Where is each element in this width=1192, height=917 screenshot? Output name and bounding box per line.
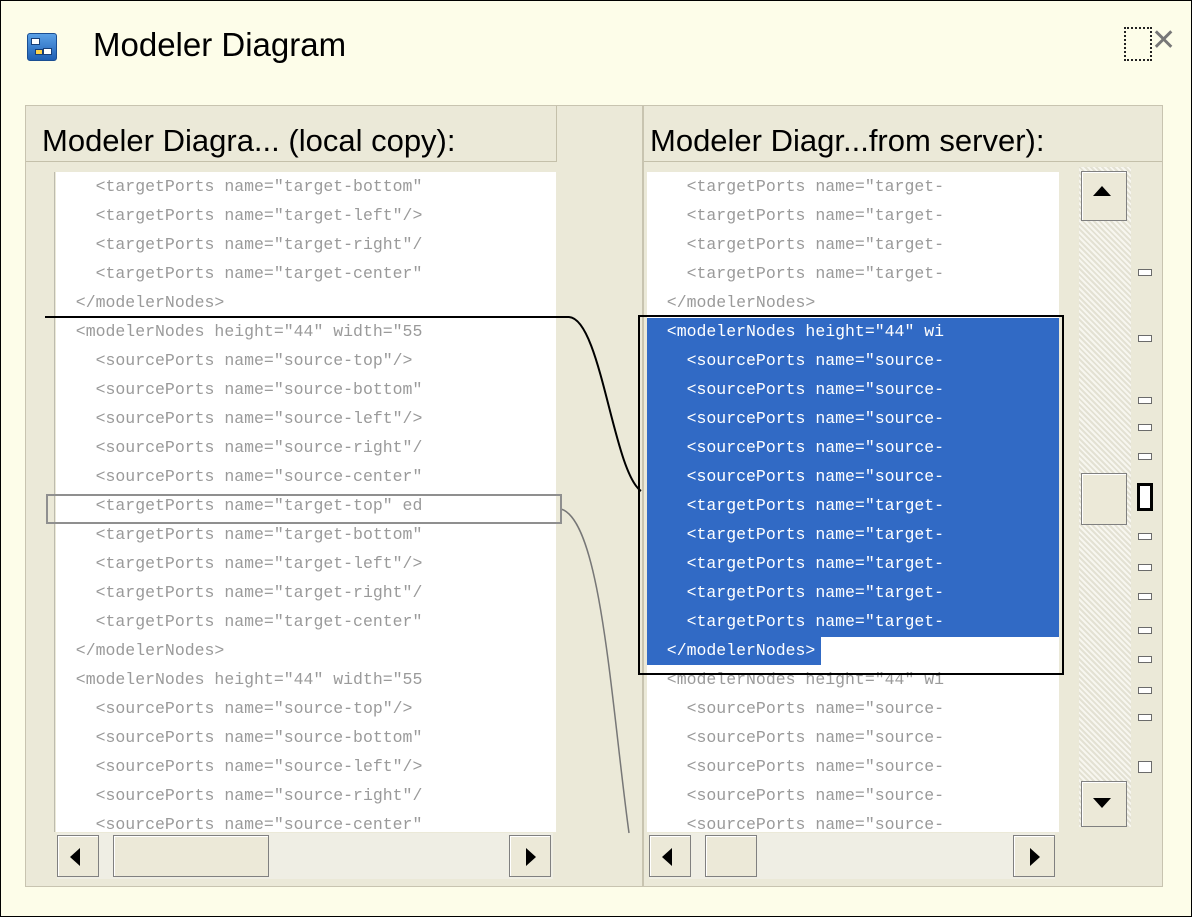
diff-overview-marker[interactable] [1138,564,1152,571]
code-line: <sourcePorts name="source-left"/> [56,409,423,428]
diff-overview-marker[interactable] [1138,397,1152,404]
diff-overview-marker[interactable] [1138,269,1152,276]
left-panel-title: Modeler Diagra... (local copy): [42,123,456,158]
diff-overview-marker[interactable] [1138,687,1152,694]
diff-overview-marker[interactable] [1138,761,1152,773]
right-scroll-right-button[interactable] [1013,835,1055,877]
diff-overview-marker[interactable] [1138,424,1152,431]
diff-overview-marker[interactable] [1138,656,1152,663]
left-scroll-right-button[interactable] [509,835,551,877]
right-panel-header: Modeler Diagr...from server): [644,106,1162,162]
compare-window: Modeler Diagram ✕ Modeler Diagra... (loc… [0,0,1192,917]
scroll-up-button[interactable] [1081,171,1127,221]
code-line: <targetPorts name="target-right"/ [56,235,423,254]
right-panel-title: Modeler Diagr...from server): [650,123,1045,158]
arrow-right-icon [526,848,536,866]
code-line: <modelerNodes height="44" width="55 [56,670,423,689]
left-code-viewer[interactable]: <targetPorts name="target-bottom" <targe… [56,172,556,832]
left-compare-panel: Modeler Diagra... (local copy): <targetP… [25,105,643,887]
arrow-right-icon [1030,848,1040,866]
code-line: <sourcePorts name="source- [647,786,945,805]
arrow-up-icon [1093,186,1111,196]
code-line: <sourcePorts name="source-right"/ [56,786,423,805]
current-diff-marker[interactable] [1137,483,1153,511]
code-line: <targetPorts name="target-bottom" [56,525,423,544]
code-line: <targetPorts name="target- [647,206,945,225]
code-line: <sourcePorts name="source-bottom" [56,728,423,747]
diagram-app-icon [27,33,57,61]
left-scroll-left-button[interactable] [57,835,99,877]
code-line: <targetPorts name="target-bottom" [56,177,423,196]
code-line: </modelerNodes> [647,293,816,312]
code-line: <targetPorts name="target-left"/> [56,206,423,225]
window-title: Modeler Diagram [93,26,347,63]
diff-selection-frame [638,315,1064,675]
code-line: <targetPorts name="target-left"/> [56,554,423,573]
code-line: <targetPorts name="target-top" ed [56,496,423,515]
code-line: <modelerNodes height="44" width="55 [56,322,423,341]
left-horizontal-scroll-thumb[interactable] [113,835,269,877]
code-line: <targetPorts name="target-right"/ [56,583,423,602]
code-line: <targetPorts name="target- [647,264,945,283]
arrow-down-icon [1093,798,1111,808]
diff-overview-marker[interactable] [1138,627,1152,634]
diff-overview-marker[interactable] [1138,593,1152,600]
code-line: </modelerNodes> [56,641,225,660]
right-vertical-scroll-thumb[interactable] [1081,473,1127,525]
title-bar: Modeler Diagram ✕ [1,1,1191,91]
diff-overview-marker[interactable] [1138,335,1152,342]
right-horizontal-scroll-thumb[interactable] [705,835,757,877]
maximize-icon[interactable] [1124,27,1152,61]
close-icon[interactable]: ✕ [1151,21,1176,61]
code-line: <sourcePorts name="source-right"/ [56,438,423,457]
code-line: <targetPorts name="target-center" [56,612,423,631]
diff-overview-marker[interactable] [1138,714,1152,721]
code-line: <sourcePorts name="source-bottom" [56,380,423,399]
code-line: <sourcePorts name="source-top"/> [56,351,413,370]
diff-overview-marker[interactable] [1138,453,1152,460]
code-line: <sourcePorts name="source- [647,815,945,832]
code-line: <targetPorts name="target- [647,235,945,254]
left-panel-header: Modeler Diagra... (local copy): [26,106,556,162]
code-line: </modelerNodes> [56,293,225,312]
code-line: <sourcePorts name="source-center" [56,467,423,486]
right-horizontal-scrollbar[interactable] [649,833,1055,879]
code-line: <sourcePorts name="source- [647,728,945,747]
code-line: <targetPorts name="target-center" [56,264,423,283]
right-scroll-left-button[interactable] [649,835,691,877]
diff-overview-marker[interactable] [1138,533,1152,540]
code-line: <targetPorts name="target- [647,177,945,196]
left-horizontal-scrollbar[interactable] [57,833,553,879]
code-line: <sourcePorts name="source-center" [56,815,423,832]
scroll-down-button[interactable] [1081,781,1127,827]
arrow-left-icon [70,848,80,866]
code-line: <sourcePorts name="source-left"/> [56,757,423,776]
code-line: <sourcePorts name="source-top"/> [56,699,413,718]
code-line: <sourcePorts name="source- [647,699,945,718]
code-line: <sourcePorts name="source- [647,757,945,776]
arrow-left-icon [662,848,672,866]
